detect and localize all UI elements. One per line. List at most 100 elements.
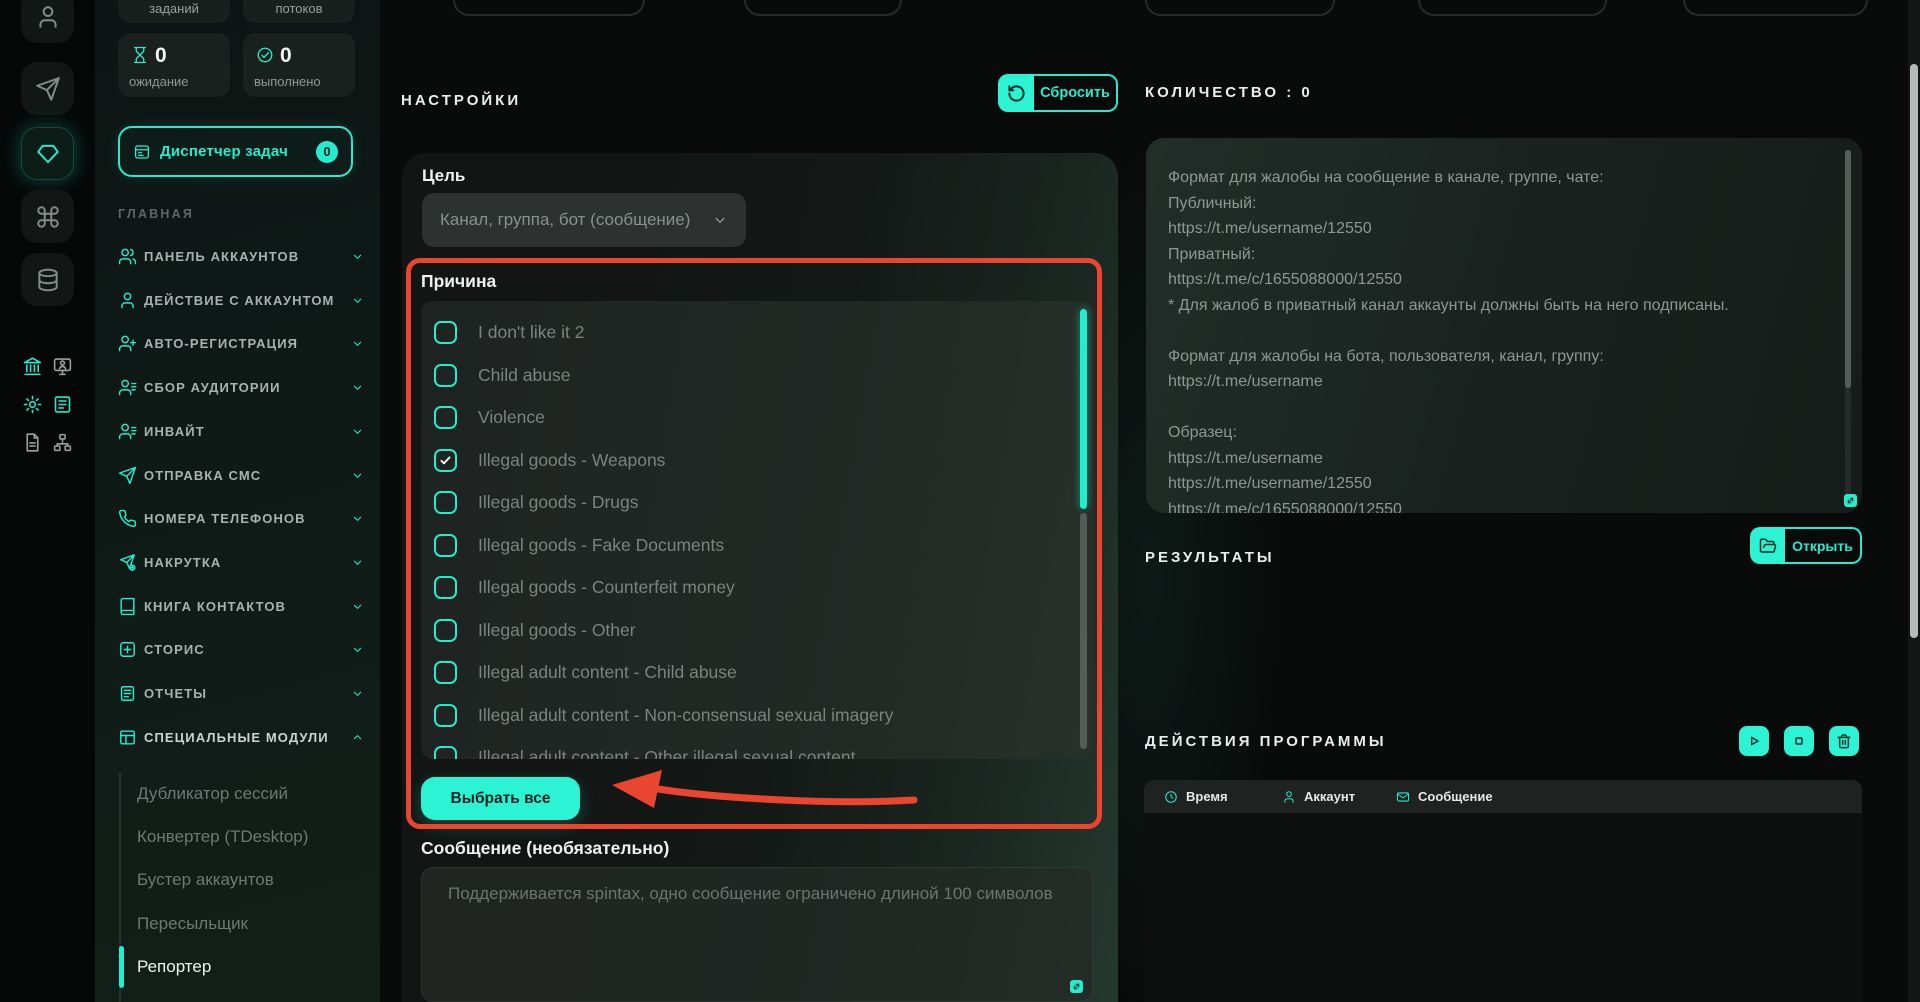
reason-option[interactable]: Illegal goods - Weapons [421,439,1093,482]
stat-card-tasks: заданий [118,0,230,23]
reason-option-label: Illegal goods - Fake Documents [478,535,724,556]
submenu-item[interactable]: Бустер аккаунтов [95,861,380,899]
reason-option-label: Illegal goods - Weapons [478,450,665,471]
resize-grip-icon[interactable] [1844,494,1857,507]
rail-command-button[interactable] [21,190,74,243]
checkbox-icon[interactable] [434,704,457,727]
stat-value: 0 [280,44,292,68]
reason-option[interactable]: Illegal adult content - Other illegal se… [421,736,1093,759]
reason-option[interactable]: Illegal goods - Drugs [421,481,1093,524]
gear-icon[interactable] [22,394,43,415]
checkbox-icon[interactable] [434,661,457,684]
checkbox-icon[interactable] [434,746,457,759]
sidebar-item-label: КНИГА КОНТАКТОВ [144,599,286,614]
submenu-item[interactable]: Пересыльщик [95,905,380,943]
sidebar-item-label: ИНВАЙТ [144,424,205,439]
sidebar-item[interactable]: ИНВАЙТ [95,410,380,453]
reason-option[interactable]: Illegal adult content - Non-consensual s… [421,694,1093,737]
active-indicator [119,946,124,988]
trash-button[interactable] [1829,726,1859,756]
checkbox-icon[interactable] [434,491,457,514]
sidebar-item-label: АВТО-РЕГИСТРАЦИЯ [144,336,298,351]
info-scrollbar-thumb[interactable] [1845,150,1851,388]
open-results-label: Открыть [1785,527,1862,564]
play-button[interactable] [1739,726,1769,756]
chevron-down-icon [351,381,364,394]
chevron-down-icon [351,294,364,307]
sidebar-item[interactable]: ПАНЕЛЬ АККАУНТОВ [95,235,380,278]
reason-option[interactable]: Illegal adult content - Child abuse [421,651,1093,694]
chevron-down-icon [351,250,364,263]
cut-card-outline [1145,0,1335,16]
rail-diamond-button[interactable] [21,127,74,180]
reason-option[interactable]: Illegal goods - Fake Documents [421,524,1093,567]
reason-option[interactable]: I don't like it 2 [421,311,1093,354]
ledger-icon[interactable] [52,394,73,415]
sidebar-item[interactable]: АВТО-РЕГИСТРАЦИЯ [95,322,380,365]
submenu-item[interactable]: Дубликатор сессий [95,775,380,813]
user-lines-icon [118,378,137,397]
rail-user-button[interactable] [21,0,74,43]
checkbox-icon[interactable] [434,576,457,599]
sidebar-item[interactable]: ДЕЙСТВИЕ С АККАУНТОМ [95,279,380,322]
sidebar-item[interactable]: СТОРИС [95,628,380,671]
checkbox-icon[interactable] [434,406,457,429]
users-icon [118,247,137,266]
sidebar-item[interactable]: НОМЕРА ТЕЛЕФОНОВ [95,497,380,540]
target-select[interactable]: Канал, группа, бот (сообщение) [422,193,746,247]
chevron-down-icon [351,425,364,438]
quantity-title: КОЛИЧЕСТВО : 0 [1145,84,1313,101]
sidebar-item[interactable]: НАКРУТКА [95,541,380,584]
stop-button[interactable] [1784,726,1814,756]
message-input[interactable] [421,867,1093,1002]
submenu-item[interactable]: Конвертер (TDesktop) [95,818,380,856]
bank-icon[interactable] [22,356,43,377]
task-manager-label: Диспетчер задач [160,143,288,160]
book-icon [118,597,137,616]
reason-option[interactable]: Illegal goods - Counterfeit money [421,566,1093,609]
user-icon [1282,790,1296,804]
reset-icon [1007,84,1026,103]
column-header: Время [1164,780,1228,813]
trash-icon [1836,733,1852,749]
nodes-icon[interactable] [52,432,73,453]
sidebar-section-label: ГЛАВНАЯ [118,207,194,221]
column-header-label: Аккаунт [1304,789,1355,804]
user-plus-icon [118,334,137,353]
submenu-item-label: Конвертер (TDesktop) [137,827,308,847]
cut-card-outline [453,0,645,16]
stat-label: потоков [276,1,323,16]
document-icon[interactable] [22,432,43,453]
submenu-item[interactable]: Репортер [95,948,380,986]
sidebar-item[interactable]: СБОР АУДИТОРИИ [95,366,380,409]
open-results-button[interactable]: Открыть [1750,527,1862,564]
folder-icon [1759,537,1777,555]
sidebar-item[interactable]: СПЕЦИАЛЬНЫЕ МОДУЛИ [95,716,380,759]
rail-database-button[interactable] [21,253,74,306]
rail-send-button[interactable] [21,62,74,115]
checkbox-icon[interactable] [434,619,457,642]
checkbox-icon[interactable] [434,534,457,557]
monitor-user-icon[interactable] [52,356,73,377]
column-header-label: Сообщение [1418,789,1493,804]
reset-button[interactable]: Сбросить [998,74,1118,112]
checkbox-checked-icon[interactable] [434,449,457,472]
task-manager-badge: 0 [316,141,338,163]
page-scrollbar-thumb[interactable] [1910,64,1918,638]
checkbox-icon[interactable] [434,321,457,344]
chevron-down-icon [351,512,364,525]
checkbox-icon[interactable] [434,364,457,387]
task-manager-button[interactable]: Диспетчер задач 0 [118,126,353,177]
sidebar-item[interactable]: КНИГА КОНТАКТОВ [95,585,380,628]
select-all-button[interactable]: Выбрать все [421,777,580,820]
submenu-item-label: Дубликатор сессий [137,784,288,804]
reason-option[interactable]: Child abuse [421,354,1093,397]
sidebar-item[interactable]: ОТЧЕТЫ [95,672,380,715]
reason-option[interactable]: Violence [421,396,1093,439]
resize-grip-icon[interactable] [1070,980,1083,993]
sidebar-item[interactable]: ОТПРАВКА СМС [95,454,380,497]
chevron-up-icon [351,731,364,744]
sidebar: заданий потоков 0 ожидание 0 выполнено Д… [95,0,380,1002]
reason-option-label: Child abuse [478,365,570,386]
reason-option[interactable]: Illegal goods - Other [421,609,1093,652]
